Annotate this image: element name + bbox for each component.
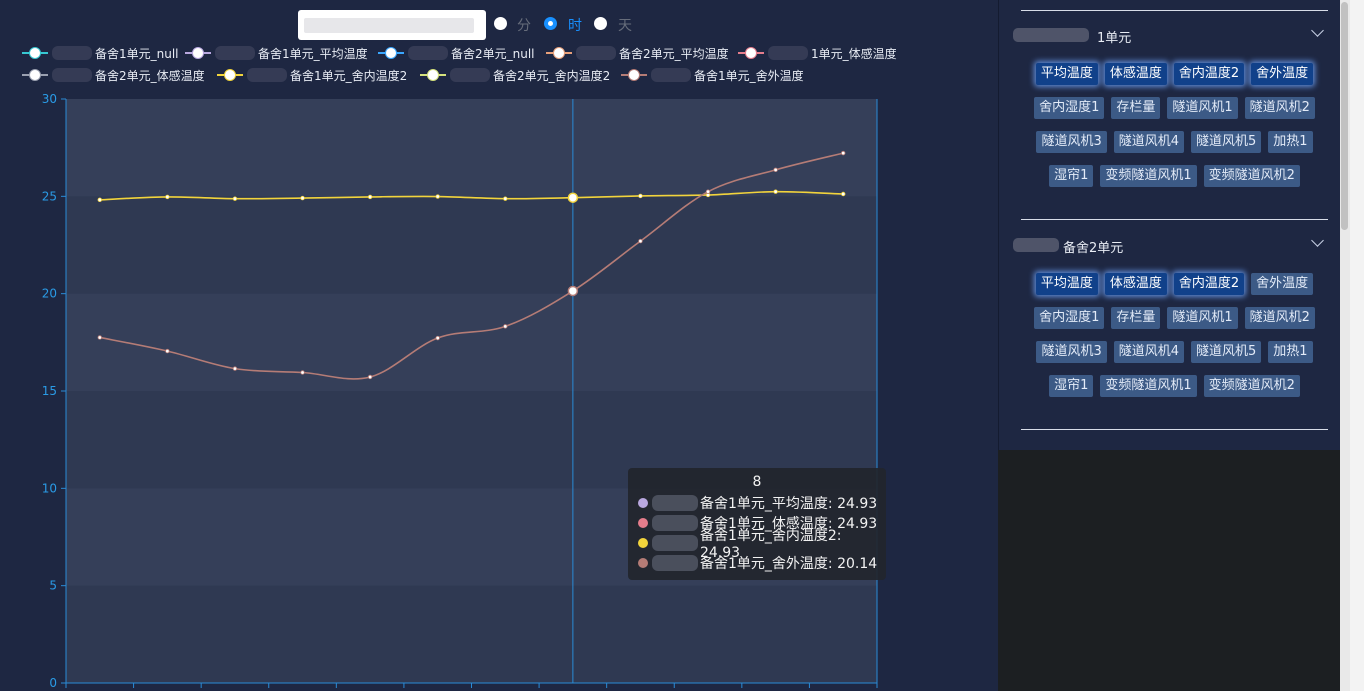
grid-band — [66, 99, 877, 197]
unit2-metric-tags: 平均温度 体感温度 舍内温度2 舍外温度舍内湿度1 存栏量 隧道风机1 隧道风机2 隧道风机3… — [1021, 273, 1328, 409]
unit2-panel-title: 备舍2单元 — [1063, 241, 1124, 256]
data-point — [97, 197, 102, 203]
data-point — [300, 370, 305, 375]
y-tick-label: 10 — [42, 481, 57, 495]
metric-tag[interactable]: 隧道风机5 — [1191, 341, 1262, 363]
data-point — [503, 196, 508, 201]
tooltip-dot — [638, 498, 648, 508]
y-tick-label: 25 — [42, 189, 57, 203]
tooltip-dot — [638, 558, 648, 568]
chart-tooltip: 8 备舍1单元_平均温度: 24.93 备舍1单元_体感温度: 24.93 备舍… — [628, 468, 886, 580]
data-point — [567, 192, 579, 203]
metric-tag[interactable]: 舍内湿度1 — [1034, 97, 1105, 119]
data-point — [97, 335, 102, 340]
data-point — [367, 374, 373, 380]
metric-tag[interactable]: 平均温度 — [1035, 63, 1098, 85]
metric-tag[interactable]: 变频隧道风机1 — [1100, 165, 1197, 187]
divider — [1021, 10, 1328, 11]
metric-tag[interactable]: 隧道风机4 — [1113, 131, 1184, 153]
data-point — [638, 193, 643, 199]
data-point — [773, 189, 778, 194]
tooltip-row-text: 备舍1单元_平均温度: 24.93 — [700, 496, 878, 512]
data-point — [638, 238, 643, 244]
unit1-metric-tags: 平均温度 体感温度 舍内温度2 舍外温度舍内湿度1 存栏量 隧道风机1 隧道风机2 隧道风机3… — [1021, 63, 1328, 199]
data-point — [567, 285, 579, 297]
metric-tag[interactable]: 变频隧道风机2 — [1203, 165, 1300, 187]
chevron-down-icon[interactable] — [1311, 24, 1324, 37]
metric-tag[interactable]: 舍内温度2 — [1173, 63, 1245, 85]
tooltip-row-text: 备舍1单元_舍外温度: 20.14 — [700, 556, 878, 572]
metric-tag[interactable]: 平均温度 — [1035, 273, 1098, 295]
data-point — [773, 167, 778, 173]
metric-tag[interactable]: 隧道风机3 — [1036, 131, 1107, 153]
data-point — [841, 150, 846, 156]
metric-tag[interactable]: 隧道风机1 — [1167, 307, 1238, 329]
data-point — [232, 196, 238, 201]
empty-region — [998, 450, 1350, 691]
tooltip-dot — [638, 538, 648, 548]
metric-tag[interactable]: 隧道风机3 — [1036, 341, 1107, 363]
data-point — [300, 195, 305, 201]
tooltip-row: 备舍1单元_平均温度: 24.93 — [638, 494, 877, 512]
grid-band — [66, 293, 877, 391]
data-point — [841, 191, 846, 197]
metric-tag[interactable]: 存栏量 — [1111, 307, 1161, 329]
metric-tag[interactable]: 存栏量 — [1111, 97, 1161, 119]
chevron-down-icon[interactable] — [1311, 234, 1324, 247]
y-tick-label: 5 — [49, 579, 57, 593]
tooltip-dot — [638, 518, 648, 528]
y-tick-label: 15 — [42, 384, 57, 398]
metric-tag[interactable]: 舍内温度2 — [1173, 273, 1245, 295]
unit2-panel-header[interactable]: 备舍2单元 — [1013, 234, 1328, 256]
metric-tag[interactable]: 加热1 — [1268, 131, 1313, 153]
metric-tag[interactable]: 隧道风机5 — [1191, 131, 1262, 153]
data-point — [435, 194, 440, 199]
metric-tag[interactable]: 舍外温度 — [1251, 63, 1314, 85]
window-edge — [1350, 0, 1364, 691]
y-tick-label: 20 — [42, 287, 57, 301]
data-point — [705, 189, 711, 194]
line-chart: 0 5 10 15 20 25 30 — [42, 92, 878, 690]
metric-tag[interactable]: 隧道风机2 — [1244, 97, 1315, 119]
divider — [1021, 219, 1328, 220]
metric-tag[interactable]: 隧道风机1 — [1167, 97, 1238, 119]
data-point — [503, 324, 508, 329]
metric-tag[interactable]: 隧道风机2 — [1244, 307, 1315, 329]
data-point — [232, 366, 238, 371]
metric-tag[interactable]: 体感温度 — [1104, 63, 1167, 85]
tooltip-row: 备舍1单元_舍内温度2: 24.93 — [638, 528, 886, 561]
metric-tag[interactable]: 隧道风机4 — [1113, 341, 1184, 363]
grid-band — [66, 585, 877, 683]
data-point — [165, 194, 170, 200]
metric-tag[interactable]: 体感温度 — [1104, 273, 1167, 295]
unit1-panel-title: 1单元 — [1097, 31, 1132, 46]
data-point — [367, 194, 373, 200]
metric-tag[interactable]: 变频隧道风机2 — [1203, 375, 1300, 397]
tooltip-title: 8 — [752, 474, 762, 490]
grid-band — [66, 196, 877, 294]
metric-tag[interactable]: 舍外温度 — [1251, 273, 1314, 295]
metric-tag[interactable]: 舍内湿度1 — [1034, 307, 1105, 329]
unit1-panel-header[interactable]: 1单元 — [1013, 24, 1328, 46]
scrollbar-thumb[interactable] — [1341, 2, 1348, 230]
metric-tag[interactable]: 湿帘1 — [1049, 165, 1094, 187]
data-point — [165, 348, 170, 354]
tooltip-row: 备舍1单元_舍外温度: 20.14 — [638, 554, 877, 572]
y-tick-label: 0 — [49, 676, 57, 690]
y-tick-label: 30 — [42, 92, 57, 106]
data-point — [435, 335, 440, 341]
metric-tag[interactable]: 加热1 — [1268, 341, 1313, 363]
metric-tag[interactable]: 变频隧道风机1 — [1100, 375, 1197, 397]
divider — [1021, 429, 1328, 430]
metric-tag[interactable]: 湿帘1 — [1049, 375, 1094, 397]
